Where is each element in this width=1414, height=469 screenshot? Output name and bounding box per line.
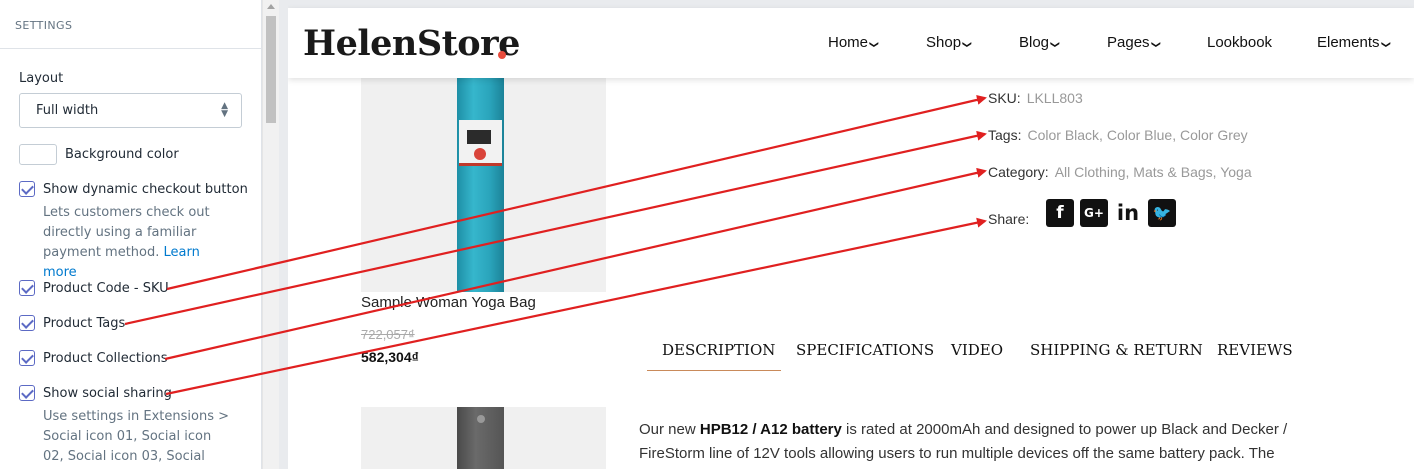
- layout-select[interactable]: Full width ▲ ▼: [19, 93, 242, 128]
- dynamic-checkout-help: Lets customers check out directly using …: [43, 203, 218, 283]
- tab-description[interactable]: DESCRIPTION: [662, 341, 775, 359]
- product-image[interactable]: [361, 78, 606, 292]
- layout-label: Layout: [19, 71, 64, 86]
- category-value[interactable]: All Clothing, Mats & Bags, Yoga: [1055, 164, 1252, 180]
- sku-setting[interactable]: Product Code - SKU: [19, 280, 169, 296]
- nav-elements-label: Elements: [1317, 34, 1380, 51]
- nav-lookbook[interactable]: Lookbook: [1207, 34, 1272, 51]
- linkedin-icon[interactable]: in: [1114, 199, 1142, 227]
- brand-dot: [474, 148, 486, 160]
- grey-mat-graphic: [457, 407, 504, 469]
- tags-row: Tags: Color Black, Color Blue, Color Grey: [988, 127, 1248, 143]
- background-color-setting[interactable]: Background color: [19, 144, 179, 165]
- dynamic-checkout-label: Show dynamic checkout button: [43, 181, 248, 197]
- nav-shop[interactable]: Shop ❯: [926, 34, 973, 51]
- scroll-thumb[interactable]: [266, 16, 276, 123]
- sku-label: Product Code - SKU: [43, 280, 169, 296]
- tags-checkbox[interactable]: [19, 315, 35, 331]
- nav-pages[interactable]: Pages ❯: [1107, 34, 1161, 51]
- product-description: Our new HPB12 / A12 battery is rated at …: [639, 418, 1329, 466]
- nav-home[interactable]: Home ❯: [828, 34, 880, 51]
- layout-select-value: Full width: [36, 103, 99, 118]
- category-label: Category:: [988, 164, 1049, 180]
- chevron-down-icon: ❯: [1150, 40, 1161, 49]
- nav-lookbook-label: Lookbook: [1207, 34, 1273, 51]
- social-sharing-checkbox[interactable]: [19, 385, 35, 401]
- sku-label: SKU:: [988, 90, 1021, 106]
- desc-intro: Our new: [639, 421, 700, 438]
- mat-label-graphic: [459, 120, 502, 166]
- product-name[interactable]: Sample Woman Yoga Bag: [361, 294, 536, 311]
- nav-blog[interactable]: Blog ❯: [1019, 34, 1061, 51]
- yoga-mat-graphic: [457, 78, 504, 292]
- collections-checkbox[interactable]: [19, 350, 35, 366]
- sku-value: LKLL803: [1026, 90, 1083, 106]
- twitter-icon[interactable]: 🐦: [1148, 199, 1176, 227]
- store-header: HelenStore Home ❯ Shop ❯ Blog ❯ Pages ❯ …: [288, 8, 1414, 78]
- social-sharing-help: Use settings in Extensions > Social icon…: [43, 409, 229, 464]
- tags-label: Tags:: [988, 127, 1022, 143]
- settings-panel: SETTINGS Layout Full width ▲ ▼ Background…: [0, 0, 262, 469]
- collections-setting[interactable]: Product Collections: [19, 350, 168, 366]
- scroll-up-arrow-icon[interactable]: [267, 4, 275, 9]
- product-tabs: DESCRIPTION SPECIFICATIONS VIDEO SHIPPIN…: [647, 341, 1307, 371]
- tab-video[interactable]: VIDEO: [951, 341, 1003, 359]
- dynamic-checkout-setting[interactable]: Show dynamic checkout button: [19, 181, 248, 197]
- preview-gutter: [279, 0, 288, 469]
- share-icons: f G+ in 🐦: [1046, 199, 1176, 227]
- chevron-down-icon: ❯: [869, 40, 880, 49]
- tags-label: Product Tags: [43, 315, 126, 331]
- pro-badge: [467, 130, 491, 144]
- background-color-swatch[interactable]: [19, 144, 57, 165]
- store-logo[interactable]: HelenStore: [303, 23, 520, 64]
- chevron-down-icon: ❯: [962, 40, 973, 49]
- sku-row: SKU: LKLL803: [988, 90, 1083, 106]
- desc-bold: HPB12 / A12 battery: [699, 421, 842, 438]
- settings-header: SETTINGS: [0, 0, 261, 49]
- store-preview: HelenStore Home ❯ Shop ❯ Blog ❯ Pages ❯ …: [288, 0, 1414, 469]
- social-sharing-setting[interactable]: Show social sharing: [19, 385, 172, 401]
- tab-reviews[interactable]: REVIEWS: [1217, 341, 1293, 359]
- background-color-label: Background color: [65, 147, 179, 162]
- select-arrows-icon: ▲ ▼: [221, 101, 228, 119]
- tab-specifications[interactable]: SPECIFICATIONS: [796, 341, 934, 359]
- category-row: Category: All Clothing, Mats & Bags, Yoga: [988, 164, 1252, 180]
- dynamic-checkout-checkbox[interactable]: [19, 181, 35, 197]
- social-sharing-label: Show social sharing: [43, 385, 172, 401]
- google-plus-icon[interactable]: G+: [1080, 199, 1108, 227]
- collections-label: Product Collections: [43, 350, 168, 366]
- logo-dot: [498, 51, 506, 59]
- nav-home-label: Home: [828, 34, 869, 51]
- price: 582,304₫: [361, 349, 419, 365]
- tags-value[interactable]: Color Black, Color Blue, Color Grey: [1027, 127, 1247, 143]
- active-tab-underline: [647, 370, 781, 371]
- tab-shipping-return[interactable]: SHIPPING & RETURN: [1030, 341, 1203, 359]
- old-price: 722,057₫: [361, 327, 415, 342]
- facebook-icon[interactable]: f: [1046, 199, 1074, 227]
- product-image-2[interactable]: [361, 407, 606, 469]
- chevron-down-icon: ❯: [1050, 40, 1061, 49]
- nav-pages-label: Pages: [1107, 34, 1150, 51]
- nav-blog-label: Blog: [1019, 34, 1050, 51]
- nav-elements[interactable]: Elements ❯: [1317, 34, 1391, 51]
- sku-checkbox[interactable]: [19, 280, 35, 296]
- chevron-down-icon: ❯: [1380, 40, 1391, 49]
- sidebar-scrollbar[interactable]: [262, 0, 279, 469]
- tags-setting[interactable]: Product Tags: [19, 315, 125, 331]
- mat-ring: [477, 415, 485, 423]
- nav-shop-label: Shop: [926, 34, 962, 51]
- preview-top-strip: [288, 0, 1414, 8]
- share-label: Share:: [988, 211, 1030, 227]
